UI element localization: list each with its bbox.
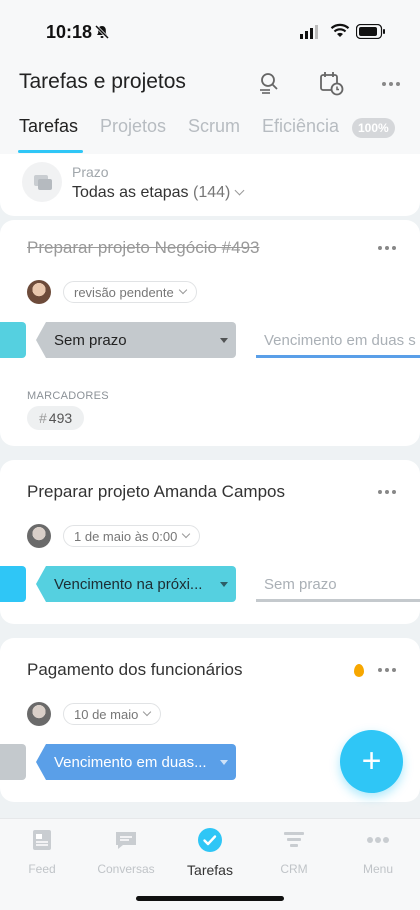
caret-down-icon xyxy=(220,760,228,765)
chevron-down-icon xyxy=(178,285,187,295)
nav-crm[interactable]: CRM xyxy=(252,827,336,876)
next-stage[interactable]: Vencimento em duas s xyxy=(246,322,420,358)
chevron-down-icon xyxy=(143,707,152,717)
status-pill-label: revisão pendente xyxy=(74,284,174,300)
task-card[interactable]: Preparar projeto Amanda Campos 1 de maio… xyxy=(0,460,420,624)
page-title: Tarefas e projetos xyxy=(19,70,186,93)
task-title[interactable]: Pagamento dos funcionários xyxy=(27,660,242,680)
current-stage-label: Vencimento em duas... xyxy=(54,753,207,771)
crm-funnel-icon xyxy=(284,832,304,847)
calendar-clock-icon[interactable] xyxy=(318,70,344,96)
filter-value-text: Todas as etapas xyxy=(72,184,189,201)
current-stage-label: Sem prazo xyxy=(54,331,127,349)
current-stage-label: Vencimento na próxi... xyxy=(54,575,203,593)
previous-stage[interactable] xyxy=(0,744,26,780)
status-bar: 10:18 xyxy=(0,0,420,62)
active-tab-indicator xyxy=(18,150,83,153)
filter-value[interactable]: Todas as etapas (144) xyxy=(72,184,245,202)
more-options-icon[interactable] xyxy=(378,668,396,672)
battery-icon xyxy=(356,24,385,39)
avatar xyxy=(27,280,51,304)
chevron-down-icon xyxy=(234,185,245,196)
nav-conversas-label: Conversas xyxy=(97,862,155,876)
add-task-button[interactable]: + xyxy=(340,730,403,793)
tab-eficiencia[interactable]: Eficiência xyxy=(262,116,339,137)
caret-down-icon xyxy=(220,582,228,587)
hash-icon: # xyxy=(39,410,47,426)
next-stage-indicator xyxy=(256,599,420,602)
tab-tarefas[interactable]: Tarefas xyxy=(19,116,78,137)
task-title[interactable]: Preparar projeto Negócio #493 xyxy=(27,238,259,258)
nav-tarefas[interactable]: Tarefas xyxy=(168,827,252,878)
avatar xyxy=(27,524,51,548)
tag[interactable]: #493 xyxy=(27,406,85,430)
flame-icon xyxy=(354,664,364,677)
deadline-filter[interactable]: Prazo Todas as etapas (144) xyxy=(0,154,420,216)
current-stage[interactable]: Sem prazo xyxy=(36,322,236,358)
filter-avatar xyxy=(22,162,62,202)
wifi-icon xyxy=(330,23,350,37)
chevron-down-icon xyxy=(182,529,191,539)
next-stage-indicator xyxy=(256,355,420,358)
status-pill[interactable]: revisão pendente xyxy=(63,281,197,303)
deadline-pill[interactable]: 10 de maio xyxy=(63,703,162,725)
current-stage[interactable]: Vencimento na próxi... xyxy=(36,566,236,602)
previous-stage[interactable] xyxy=(0,322,26,358)
tab-scrum[interactable]: Scrum xyxy=(188,116,240,137)
nav-tarefas-label: Tarefas xyxy=(187,862,233,878)
tag-label: 493 xyxy=(48,410,73,426)
stage-row: Sem prazo Vencimento em duas s xyxy=(0,322,420,358)
plus-icon: + xyxy=(361,742,382,780)
chat-icon xyxy=(116,832,136,849)
tab-projetos[interactable]: Projetos xyxy=(100,116,166,137)
task-card[interactable]: Preparar projeto Negócio #493 revisão pe… xyxy=(0,220,420,446)
menu-dots-icon xyxy=(367,837,389,843)
more-options-icon[interactable] xyxy=(378,246,396,250)
app-header: Tarefas e projetos Tarefas Projetos Scru… xyxy=(0,62,420,154)
tasks-check-icon xyxy=(198,828,222,852)
search-roles-icon[interactable] xyxy=(256,70,282,96)
stage-row: Vencimento na próxi... Sem prazo xyxy=(0,566,420,602)
more-options-icon[interactable] xyxy=(382,82,400,86)
deadline-label: 10 de maio xyxy=(74,706,139,722)
tab-bar: Tarefas Projetos Scrum Eficiência 100% xyxy=(0,110,420,154)
status-time: 10:18 xyxy=(46,22,93,42)
deadline-pill[interactable]: 1 de maio às 0:00 xyxy=(63,525,201,547)
current-stage[interactable]: Vencimento em duas... xyxy=(36,744,236,780)
nav-feed[interactable]: Feed xyxy=(0,827,84,876)
signal-icon xyxy=(300,25,318,39)
next-stage[interactable]: Sem prazo xyxy=(246,566,420,602)
nav-feed-label: Feed xyxy=(28,862,56,876)
avatar xyxy=(27,702,51,726)
nav-crm-label: CRM xyxy=(280,862,308,876)
more-options-icon[interactable] xyxy=(378,490,396,494)
stages-icon xyxy=(34,175,52,190)
previous-stage[interactable] xyxy=(0,566,26,602)
efficiency-badge: 100% xyxy=(352,118,395,138)
task-title[interactable]: Preparar projeto Amanda Campos xyxy=(27,482,285,502)
deadline-label: 1 de maio às 0:00 xyxy=(74,528,178,544)
tags-label: MARCADORES xyxy=(27,390,109,402)
feed-icon xyxy=(33,830,51,850)
home-indicator xyxy=(136,896,284,901)
nav-conversas[interactable]: Conversas xyxy=(84,827,168,876)
filter-count: (144) xyxy=(192,184,231,201)
nav-menu-label: Menu xyxy=(362,862,394,876)
filter-label: Prazo xyxy=(72,164,109,180)
bell-off-icon xyxy=(94,24,110,40)
caret-down-icon xyxy=(220,338,228,343)
nav-menu[interactable]: Menu xyxy=(336,827,420,876)
